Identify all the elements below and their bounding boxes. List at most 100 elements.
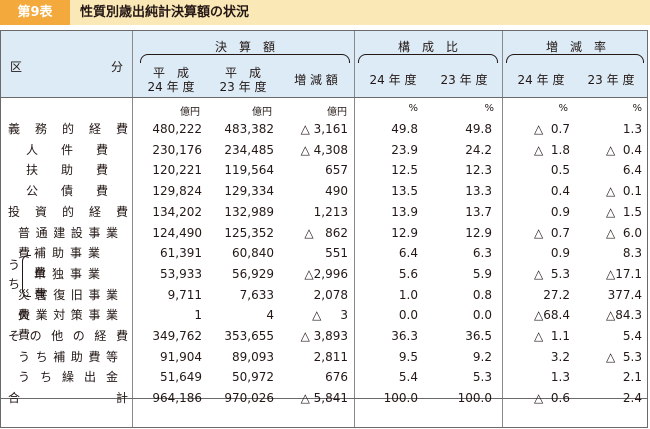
table-cell: 964,186 xyxy=(152,391,202,406)
table-cell: 5.3 xyxy=(472,370,492,385)
row-label: 補 助 事 業 費 xyxy=(34,246,100,281)
table-cell: 12.9 xyxy=(391,225,418,240)
table-cell: 9.5 xyxy=(398,349,418,364)
header-rate-24: 24 年 度 xyxy=(517,73,565,87)
table-cell: 120,221 xyxy=(152,163,202,178)
table-cell: 36.3 xyxy=(391,329,418,343)
table-cell: 1.3 xyxy=(550,370,570,385)
table-cell: 0.9 xyxy=(550,204,570,219)
table-cell: 7,633 xyxy=(239,287,274,302)
table-row: 合 計 964,186 970,026 △ 5,841 100.0 100.0 △ 0.6 2… xyxy=(0,388,648,408)
table-row: 扶 助 費 120,221 119,564 657 12.5 12.3 0.5 6.4 xyxy=(0,160,648,180)
table-cell: 24.2 xyxy=(465,142,492,157)
row-label: 合 計 xyxy=(8,391,128,406)
header-h23-line1: 平 成 xyxy=(224,66,261,80)
table-cell: 2,811 xyxy=(313,349,348,364)
table-cell: △ 5.3 xyxy=(534,266,570,281)
table-cell: 353,655 xyxy=(224,329,274,343)
table-cell: △84.3 xyxy=(606,308,642,323)
table-title: 性質別歳出純計決算額の状況 xyxy=(80,5,250,20)
table-cell: 234,485 xyxy=(224,142,274,157)
table-cell: 56,929 xyxy=(232,266,274,281)
group-brace xyxy=(140,54,350,63)
row-label: 義 務 的 経 費 xyxy=(8,122,128,136)
header-kosei-24: 24 年 度 xyxy=(369,73,417,87)
table-cell: 1,213 xyxy=(313,204,348,219)
table-cell: △ 0.4 xyxy=(606,142,642,157)
table-cell: △ 1.5 xyxy=(606,204,642,219)
table-cell: 377.4 xyxy=(607,287,642,302)
table-row: 公 債 費 129,824 129,334 490 13.5 13.3 0.4 △ 0.1 xyxy=(0,181,648,201)
table-cell: 490 xyxy=(325,184,348,199)
table-cell: 551 xyxy=(325,246,348,261)
table-cell: 970,026 xyxy=(224,391,274,406)
unit-label: 億円 xyxy=(327,107,347,118)
unit-label: % xyxy=(558,103,568,114)
table-row: 普 通 建 設 事 業 費 124,490 125,352 △ 862 12.9 12.9… xyxy=(0,223,648,260)
table-cell: 12.3 xyxy=(465,163,492,178)
table-cell: 13.7 xyxy=(465,204,492,219)
table-cell: 124,490 xyxy=(152,225,202,240)
table-cell: 134,202 xyxy=(152,204,202,219)
table-cell: 23.9 xyxy=(391,142,418,157)
row-label: 投 資 的 経 費 xyxy=(8,204,128,219)
table-cell: 657 xyxy=(325,163,348,178)
header-group-zogen: 増 減 率 xyxy=(545,40,606,54)
table-row: う ち 補 助 費 等 91,904 89,093 2,811 9.5 9.2 3.2 △ 5… xyxy=(0,347,648,367)
table-cell: 0.9 xyxy=(550,246,570,261)
table-cell: 6.3 xyxy=(472,246,492,261)
header-group-kessan: 決 算 額 xyxy=(214,40,275,54)
table-cell: △ 3 xyxy=(312,308,348,323)
table-cell: 5.9 xyxy=(472,266,492,281)
table-cell: 129,334 xyxy=(224,184,274,199)
table-cell: 676 xyxy=(325,370,348,385)
header-h24-line1: 平 成 xyxy=(152,66,189,80)
header-h23-line2: 23 年 度 xyxy=(219,80,267,94)
table-row: 失 業 対 策 事 業 費 1 4 △ 3 0.0 0.0 △68.4 △84.3 xyxy=(0,305,648,342)
table-cell: 0.8 xyxy=(472,287,492,302)
header-zogen-gaku: 増 減 額 xyxy=(294,73,338,87)
table-cell: 60,840 xyxy=(232,246,274,261)
row-label: 単 独 事 業 費 xyxy=(34,266,100,301)
table-cell: 349,762 xyxy=(152,329,202,343)
table-cell: △ 0.7 xyxy=(534,225,570,240)
header-divider xyxy=(1,97,648,98)
table-cell: △ 1.1 xyxy=(534,329,570,343)
table-cell: 8.3 xyxy=(622,246,642,261)
table-cell: 4 xyxy=(266,308,274,323)
table-cell: △ 3,893 xyxy=(300,329,348,343)
table-cell: 61,391 xyxy=(160,246,202,261)
table-cell: 1 xyxy=(194,308,202,323)
table-cell: 3.2 xyxy=(550,349,570,364)
row-label: う ち 繰 出 金 xyxy=(18,370,118,385)
table-cell: 49.8 xyxy=(465,122,492,136)
table-cell: 483,382 xyxy=(224,122,274,136)
table-cell: △ 6.0 xyxy=(606,225,642,240)
table-number-tag: 第9表 xyxy=(0,0,70,25)
table-cell: 12.9 xyxy=(465,225,492,240)
row-label: 公 債 費 xyxy=(26,184,108,199)
table-cell: 1.3 xyxy=(622,122,642,136)
table-cell: △ 5,841 xyxy=(300,391,348,406)
table-cell: 119,564 xyxy=(224,163,274,178)
table-cell: 5.4 xyxy=(622,329,642,343)
table-cell: 100.0 xyxy=(457,391,492,406)
row-label: 災 害 復 旧 事 業 費 xyxy=(18,287,118,322)
table-row: 単 独 事 業 費 53,933 56,929 △2,996 5.6 5.9 △ 5.3 △1… xyxy=(0,264,648,301)
header-group-kosei: 構 成 比 xyxy=(397,40,458,54)
table-cell: 9,711 xyxy=(167,287,202,302)
table-cell: 89,093 xyxy=(232,349,274,364)
header-kubun-right: 分 xyxy=(110,60,123,74)
table-cell: △ 1.8 xyxy=(534,142,570,157)
table-cell: 5.4 xyxy=(398,370,418,385)
unit-label: 億円 xyxy=(252,107,272,118)
table-row: そ の 他 の 経 費 349,762 353,655 △ 3,893 36.3 36.5… xyxy=(0,326,648,346)
table-cell: △2,996 xyxy=(304,266,348,281)
table-row: 投 資 的 経 費 134,202 132,989 1,213 13.9 13.7 0.9 △… xyxy=(0,202,648,222)
table-cell: △ 4,308 xyxy=(300,142,348,157)
table-cell: 49.8 xyxy=(391,122,418,136)
table-row: 義 務 的 経 費 480,222 483,382 △ 3,161 49.8 49.8 △ … xyxy=(0,119,648,139)
table-cell: 0.4 xyxy=(550,184,570,199)
table-cell: △17.1 xyxy=(606,266,642,281)
table-row: 災 害 復 旧 事 業 費 9,711 7,633 2,078 1.0 0.8 27.2 37… xyxy=(0,285,648,322)
